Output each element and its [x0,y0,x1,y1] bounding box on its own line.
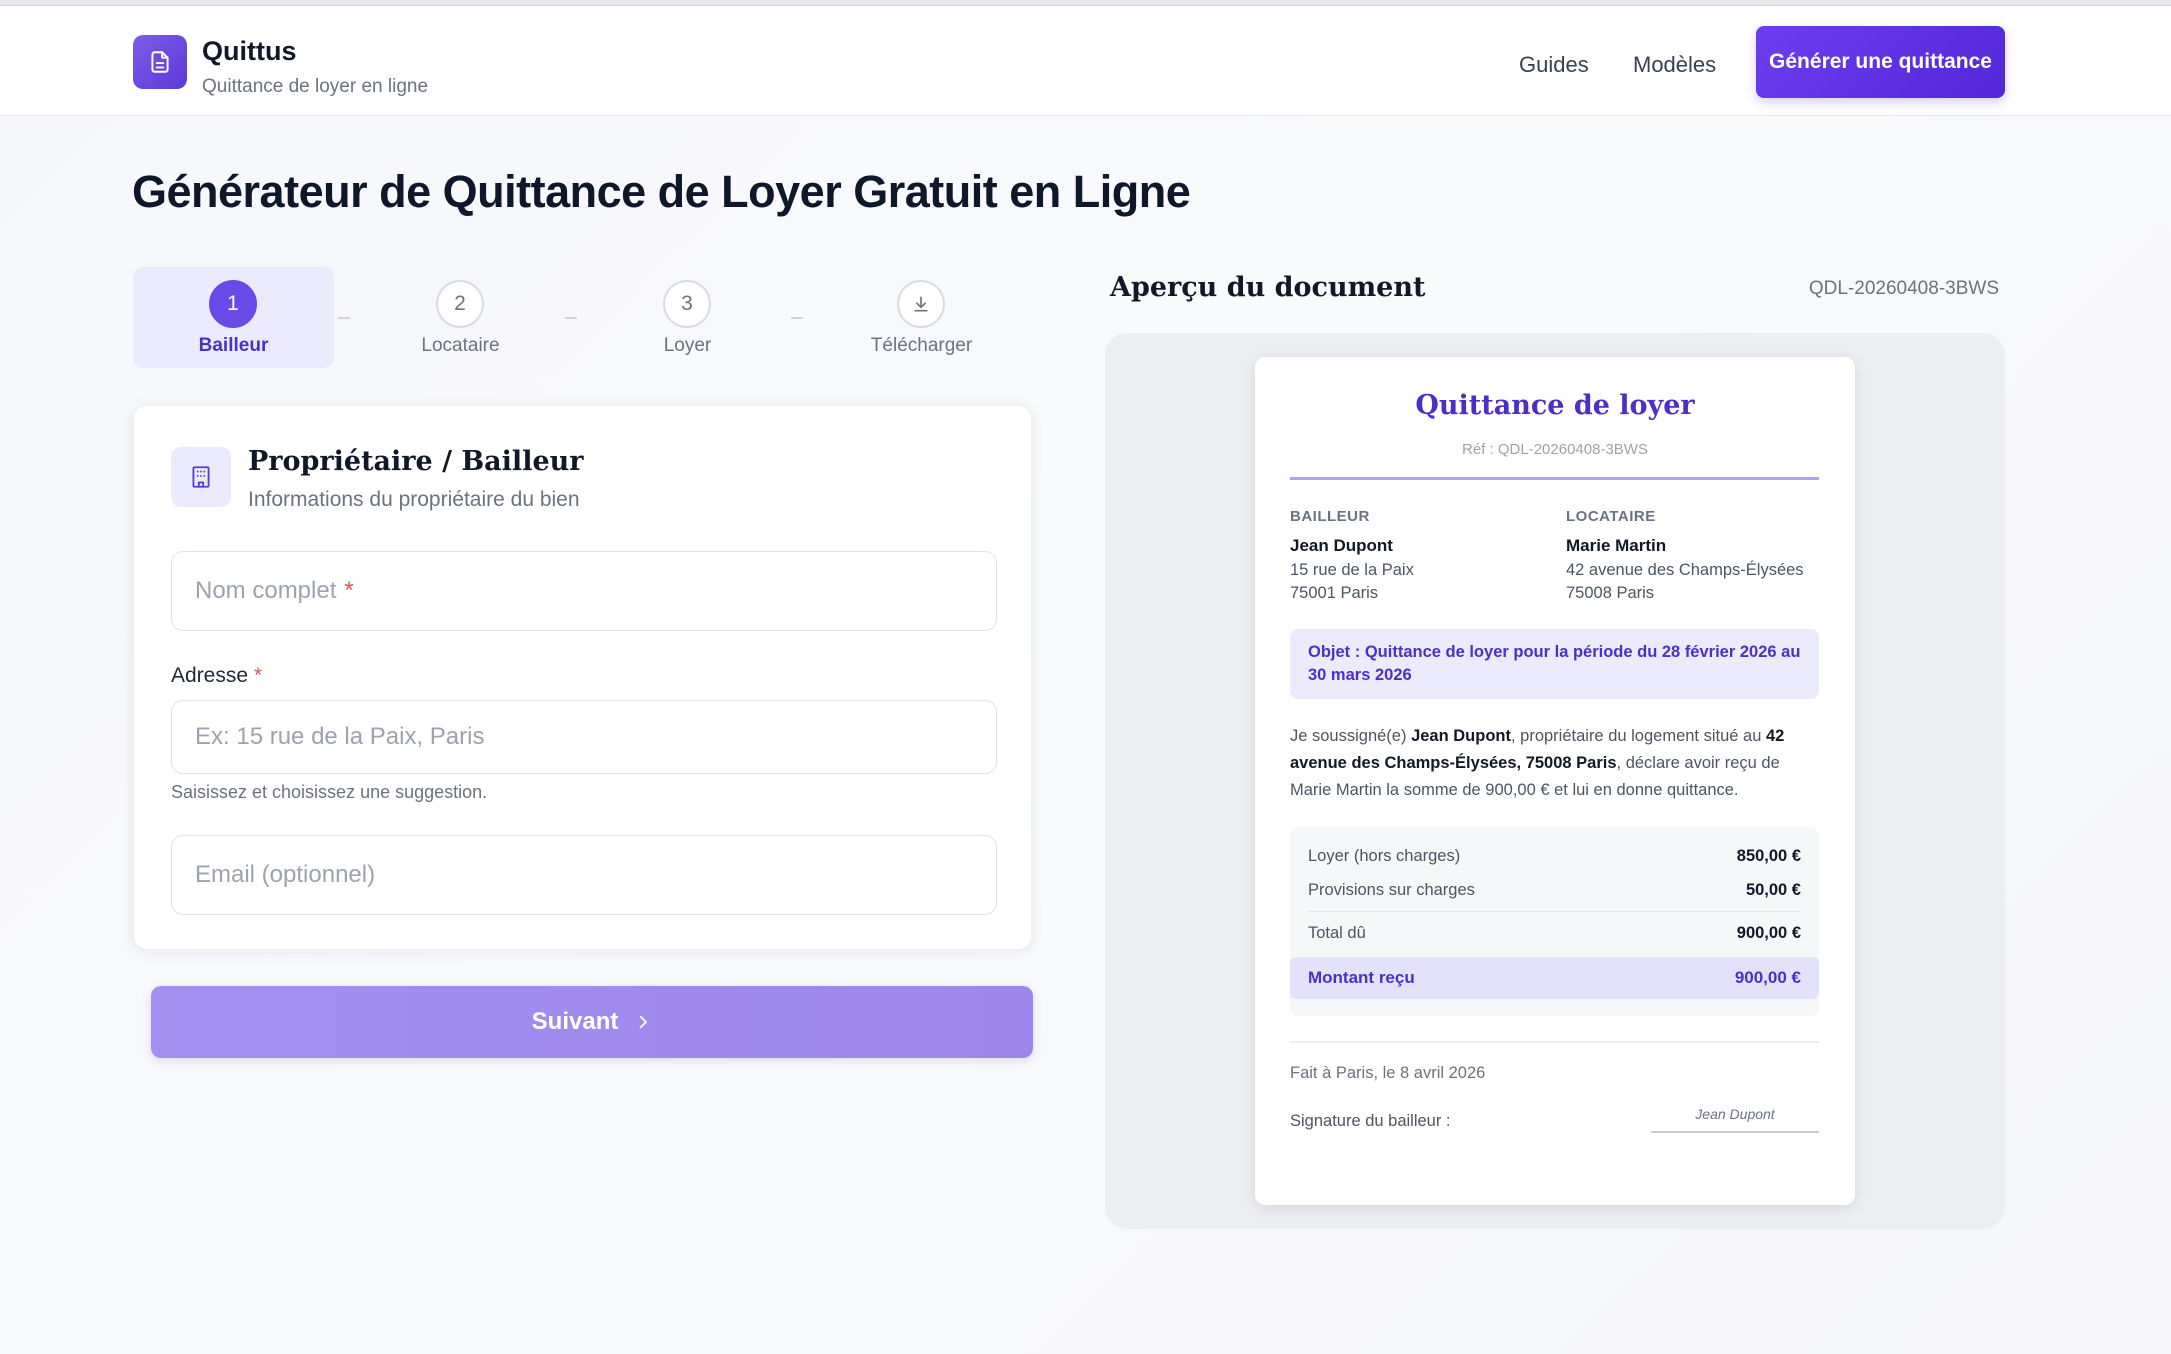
chevron-right-icon [640,1015,648,1029]
step-separator [565,317,577,319]
site-header: Quittus Quittance de loyer en ligne Guid… [0,6,2171,116]
amount-value: 50,00 € [1745,881,1801,899]
montant-recu-value: 900,00 € [1734,968,1801,987]
step-number: 1 [209,280,257,328]
preview-title: Aperçu du document [1110,272,1426,303]
locataire-heading: LOCATAIRE [1566,508,1656,525]
declaration-text: Je soussigné(e) Jean Dupont, propriétair… [1290,723,1819,804]
declaration-bailleur-name: Jean Dupont [1411,727,1511,745]
amount-label: Total dû [1308,924,1366,942]
card-title: Propriétaire / Bailleur [248,446,584,477]
amount-row-recu: Montant reçu 900,00 € [1290,957,1819,999]
step-number: 3 [663,280,711,328]
email-input[interactable]: Email (optionnel) [171,835,997,915]
step-number: 2 [436,280,484,328]
amount-row-loyer: Loyer (hors charges) 850,00 € [1308,847,1801,866]
title-divider [1290,477,1819,480]
email-placeholder: Email (optionnel) [195,861,376,888]
nav-link-guides[interactable]: Guides [1519,52,1589,78]
adresse-hint: Saisissez et choisissez une suggestion. [171,782,488,802]
amount-value: 850,00 € [1736,847,1801,865]
locataire-address-line1: 42 avenue des Champs-Élysées [1566,561,1804,579]
required-mark: * [344,577,354,604]
next-button-label: Suivant [531,1008,619,1035]
building-icon [192,466,210,488]
amount-row-total: Total dû 900,00 € [1308,924,1801,943]
adresse-placeholder: Ex: 15 rue de la Paix, Paris [195,723,485,750]
generate-receipt-button[interactable]: Générer une quittance [1756,26,2005,98]
step-label: Locataire [421,335,500,356]
adresse-label: Adresse * [171,664,262,688]
declaration-part1: Je soussigné(e) [1290,727,1412,745]
nav-link-modeles[interactable]: Modèles [1633,52,1716,78]
page-title: Générateur de Quittance de Loyer Gratuit… [132,166,1191,217]
step-label: Loyer [663,335,712,356]
adresse-input[interactable]: Ex: 15 rue de la Paix, Paris [171,700,997,774]
bailleur-heading: BAILLEUR [1290,508,1370,525]
amount-divider [1308,911,1801,912]
receipt-document: Quittance de loyer Réf : QDL-20260408-3B… [1255,357,1855,1205]
logo[interactable] [133,35,187,89]
step-telecharger[interactable]: Télécharger [821,267,1022,368]
signature-line [1651,1131,1819,1133]
bailleur-form-card: Propriétaire / Bailleur Informations du … [133,405,1032,950]
step-loyer[interactable]: 3 Loyer [587,267,788,368]
step-bailleur[interactable]: 1 Bailleur [133,267,334,368]
card-icon-box [171,447,231,507]
step-separator [338,317,350,319]
next-button[interactable]: Suivant [151,986,1033,1058]
amount-label: Loyer (hors charges) [1308,847,1461,865]
document-reference: Réf : QDL-20260408-3BWS [1462,441,1648,458]
card-subtitle: Informations du propriétaire du bien [248,488,580,511]
download-icon [914,296,928,312]
amount-row-charges: Provisions sur charges 50,00 € [1308,881,1801,900]
brand-name[interactable]: Quittus [202,36,297,67]
step-label: Bailleur [198,335,269,356]
amounts-table: Loyer (hors charges) 850,00 € Provisions… [1290,827,1819,1016]
required-mark: * [254,664,263,687]
signature-label: Signature du bailleur : [1290,1112,1451,1130]
nom-complet-placeholder: Nom complet [195,577,337,604]
nom-complet-input[interactable]: Nom complet * [171,551,997,631]
bailleur-name: Jean Dupont [1290,536,1393,555]
document-title: Quittance de loyer [1415,390,1695,421]
fait-a-line: Fait à Paris, le 8 avril 2026 [1290,1064,1486,1082]
step-label: Télécharger [870,335,973,356]
step-locataire[interactable]: 2 Locataire [360,267,561,368]
footer-divider [1290,1041,1819,1043]
locataire-name: Marie Martin [1566,536,1667,555]
amount-value: 900,00 € [1736,924,1801,942]
signature-name: Jean Dupont [1695,1106,1775,1122]
adresse-label-text: Adresse [171,664,249,687]
step-download-circle [897,280,945,328]
preview-reference: QDL-20260408-3BWS [1808,278,1999,299]
step-separator [791,317,803,319]
montant-recu-label: Montant reçu [1308,968,1415,987]
amount-label: Provisions sur charges [1308,881,1475,899]
brand-tagline: Quittance de loyer en ligne [202,76,429,97]
document-icon [151,51,169,73]
declaration-part2: , propriétaire du logement situé au [1510,727,1766,745]
objet-box: Objet : Quittance de loyer pour la pério… [1290,629,1819,699]
bailleur-address-line2: 75001 Paris [1290,584,1379,602]
locataire-address-line2: 75008 Paris [1566,584,1655,602]
bailleur-address-line1: 15 rue de la Paix [1290,561,1414,579]
